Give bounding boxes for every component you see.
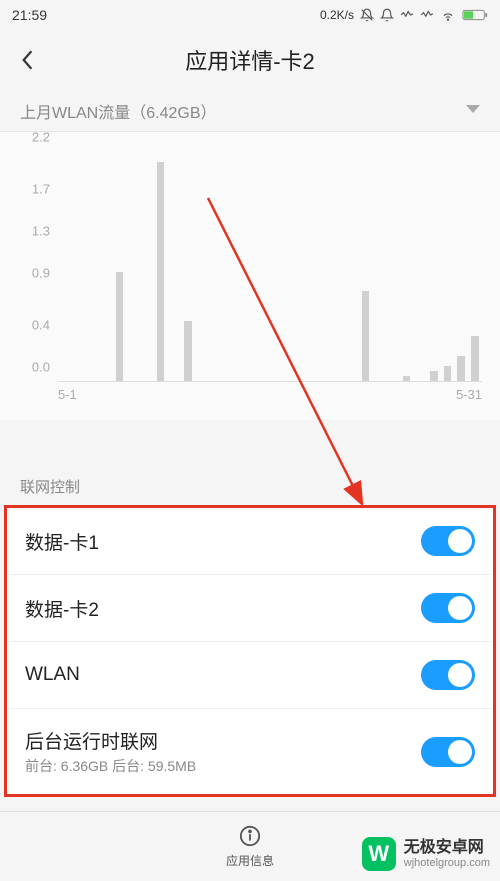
chevron-down-icon	[466, 102, 480, 120]
bell-mute-icon	[360, 8, 374, 22]
signal-icon	[400, 8, 414, 22]
chart-bar	[362, 291, 370, 381]
usage-chart: 0.0 0.4 0.9 1.3 1.7 2.2 5-1 5-31	[0, 132, 500, 420]
chart-bar	[457, 356, 465, 381]
back-button[interactable]	[12, 49, 42, 71]
y-tick: 1.7	[32, 182, 50, 197]
signal-icon-2	[420, 8, 434, 22]
chart-bar	[430, 371, 438, 381]
toggle-switch[interactable]	[421, 593, 475, 623]
toggle-label: 数据-卡1	[25, 528, 421, 555]
net-speed: 0.2K/s	[320, 8, 354, 22]
chart-bar	[403, 376, 411, 381]
page-title: 应用详情-卡2	[42, 44, 488, 76]
y-tick: 1.3	[32, 224, 50, 239]
toggle-row: 数据-卡2	[9, 575, 491, 642]
toggle-label: WLAN	[25, 664, 421, 686]
toggle-switch[interactable]	[421, 737, 475, 767]
chart-bar	[116, 272, 124, 382]
y-tick: 0.9	[32, 265, 50, 280]
toggle-row: WLAN	[9, 642, 491, 709]
chart-bar	[184, 321, 192, 381]
toggle-switch[interactable]	[421, 660, 475, 690]
toggle-switch[interactable]	[421, 526, 475, 556]
bottom-nav: 应用信息	[0, 811, 500, 881]
toggle-sublabel: 前台: 6.36GB 后台: 59.5MB	[25, 756, 421, 776]
status-bar: 21:59 0.2K/s	[0, 0, 500, 30]
y-tick: 0.4	[32, 318, 50, 333]
app-info-label: 应用信息	[226, 852, 274, 869]
toggle-row: 数据-卡1	[9, 508, 491, 575]
bell-icon	[380, 8, 394, 22]
toggle-row: 后台运行时联网前台: 6.36GB 后台: 59.5MB	[9, 709, 491, 794]
top-bar: 应用详情-卡2	[0, 30, 500, 90]
chart-bar	[444, 366, 452, 381]
section-header-network: 联网控制	[0, 460, 500, 505]
app-info-button[interactable]: 应用信息	[226, 825, 274, 869]
usage-period-dropdown[interactable]: 上月WLAN流量（6.42GB）	[0, 90, 500, 132]
chart-bar	[157, 162, 165, 381]
network-toggle-list: 数据-卡1 数据-卡2 WLAN 后台运行时联网前台: 6.36GB 后台: 59.5…	[4, 505, 496, 797]
info-icon	[239, 825, 261, 850]
toggle-label: 后台运行时联网	[25, 727, 421, 754]
toggle-label: 数据-卡2	[25, 595, 421, 622]
y-tick: 2.2	[32, 130, 50, 145]
battery-icon	[462, 8, 488, 22]
chart-bar	[471, 336, 479, 381]
x-tick-end: 5-31	[456, 387, 482, 402]
x-tick-start: 5-1	[58, 387, 77, 402]
wifi-icon	[440, 8, 456, 22]
status-time: 21:59	[12, 7, 47, 23]
y-tick: 0.0	[32, 360, 50, 375]
dropdown-label: 上月WLAN流量（6.42GB）	[20, 99, 466, 123]
